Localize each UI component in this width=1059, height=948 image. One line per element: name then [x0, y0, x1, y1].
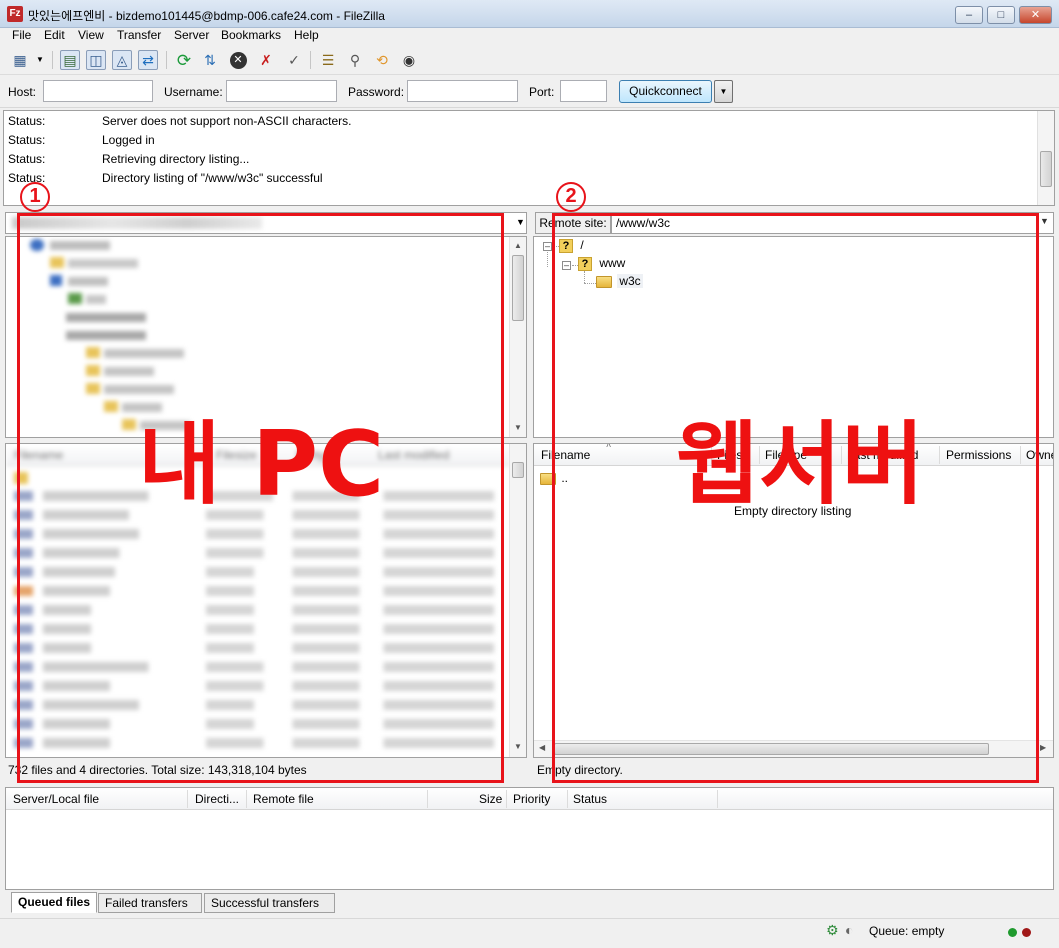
toolbar-separator	[310, 51, 311, 69]
message-log: Status: Server does not support non-ASCI…	[3, 110, 1055, 206]
local-tree-scrollbar[interactable]: ▲ ▼	[509, 237, 526, 437]
log-scrollbar[interactable]	[1037, 111, 1054, 205]
column-separator	[427, 790, 428, 808]
minimize-button[interactable]: –	[955, 6, 983, 24]
reconnect-icon[interactable]: ✓	[284, 50, 304, 70]
log-message: Directory listing of "/www/w3c" successf…	[102, 171, 323, 185]
scroll-down-icon[interactable]: ▼	[514, 742, 522, 751]
queue-col-direction[interactable]: Directi...	[195, 792, 239, 806]
compare-icon[interactable]: ⚲	[345, 50, 365, 70]
site-manager-icon[interactable]: ▦	[10, 50, 30, 70]
bottom-status-bar: ⚙ ◐ Queue: empty	[0, 918, 1059, 944]
scroll-up-icon[interactable]: ▲	[514, 241, 522, 250]
layout-local-tree-icon[interactable]: ◫	[86, 50, 106, 70]
quickconnect-bar: Host: Username: Password: Port: Quickcon…	[0, 76, 1059, 108]
speed-limit-icon[interactable]: ⚙	[826, 922, 839, 939]
log-type: Status:	[8, 152, 46, 166]
menu-edit[interactable]: Edit	[44, 28, 65, 42]
close-button[interactable]: ✕	[1019, 6, 1052, 24]
site-manager-dropdown-icon[interactable]: ▼	[34, 50, 46, 70]
annotation-label-local: 내 PC	[138, 412, 385, 517]
tab-queued-files[interactable]: Queued files	[11, 892, 98, 913]
queue-col-server-local-file[interactable]: Server/Local file	[13, 792, 99, 806]
queue-tabs: Queued files Failed transfers Successful…	[0, 890, 1059, 914]
collapse-icon[interactable]: –	[543, 242, 552, 251]
log-type: Status:	[8, 171, 46, 185]
column-separator	[567, 790, 568, 808]
queue-col-status[interactable]: Status	[573, 792, 607, 806]
column-separator	[717, 790, 718, 808]
toolbar-separator	[166, 51, 167, 69]
log-message: Logged in	[102, 133, 155, 147]
disconnect-icon[interactable]: ✗	[256, 50, 276, 70]
queue-header: Server/Local file Directi... Remote file…	[6, 788, 1053, 810]
password-label: Password:	[348, 85, 405, 99]
log-message: Retrieving directory listing...	[102, 152, 250, 166]
tree-line	[547, 252, 548, 267]
annotation-label-remote: 웹서버	[676, 412, 925, 517]
queue-toggle-icon[interactable]: ⇄	[138, 50, 158, 70]
local-tree-scrollbar-thumb[interactable]	[512, 255, 524, 321]
log-scrollbar-thumb[interactable]	[1040, 151, 1052, 187]
annotation-marker-2: 2	[556, 182, 586, 212]
layout-remote-tree-icon[interactable]: ◬	[112, 50, 132, 70]
menu-server[interactable]: Server	[174, 28, 209, 42]
password-input[interactable]	[407, 80, 518, 102]
column-separator	[187, 790, 188, 808]
scroll-right-icon[interactable]: ▶	[1040, 743, 1046, 752]
window-title: 맛있는에프엔비 - bizdemo101445@bdmp-006.cafe24.…	[28, 9, 385, 23]
menu-transfer[interactable]: Transfer	[117, 28, 161, 42]
activity-upload-icon	[1008, 928, 1017, 937]
scroll-left-icon[interactable]: ◀	[539, 743, 545, 752]
log-message: Server does not support non-ASCII charac…	[102, 114, 352, 128]
queue-col-remote-file[interactable]: Remote file	[253, 792, 314, 806]
activity-download-icon	[1022, 928, 1031, 937]
host-label: Host:	[8, 85, 37, 99]
remote-site-dropdown-icon[interactable]: ▼	[1040, 216, 1049, 226]
queue-col-priority[interactable]: Priority	[513, 792, 550, 806]
tab-successful-transfers[interactable]: Successful transfers	[204, 893, 335, 913]
menu-help[interactable]: Help	[294, 28, 319, 42]
log-type: Status:	[8, 114, 46, 128]
title-bar: Fz 맛있는에프엔비 - bizdemo101445@bdmp-006.cafe…	[0, 0, 1059, 28]
refresh-icon[interactable]: ⟳	[174, 50, 194, 70]
scroll-down-icon[interactable]: ▼	[514, 423, 522, 432]
tab-failed-transfers[interactable]: Failed transfers	[98, 893, 202, 913]
quickconnect-dropdown-button[interactable]: ▼	[714, 80, 733, 103]
log-type: Status:	[8, 133, 46, 147]
layout-log-icon[interactable]: ▤	[60, 50, 80, 70]
username-label: Username:	[164, 85, 223, 99]
filter-icon[interactable]: ☰	[318, 50, 338, 70]
menu-file[interactable]: File	[12, 28, 31, 42]
menu-bookmarks[interactable]: Bookmarks	[221, 28, 281, 42]
port-input[interactable]	[560, 80, 607, 102]
quickconnect-button[interactable]: Quickconnect	[619, 80, 712, 103]
toolbar-separator	[52, 51, 53, 69]
column-separator	[506, 790, 507, 808]
queue-col-size[interactable]: Size	[479, 792, 502, 806]
process-queue-icon[interactable]: ⇅	[200, 50, 220, 70]
cancel-icon[interactable]: ✕	[228, 50, 248, 70]
menu-bar: File Edit View Transfer Server Bookmarks…	[0, 28, 1059, 44]
host-input[interactable]	[43, 80, 153, 102]
local-site-dropdown-icon[interactable]: ▼	[516, 217, 525, 227]
column-separator	[246, 790, 247, 808]
search-icon[interactable]: ◉	[399, 50, 419, 70]
speed-gauge-icon[interactable]: ◐	[845, 922, 853, 938]
menu-view[interactable]: View	[78, 28, 104, 42]
port-label: Port:	[529, 85, 555, 99]
username-input[interactable]	[226, 80, 337, 102]
toolbar: ▦ ▼ ▤ ◫ ◬ ⇄ ⟳ ⇅ ✕ ✗ ✓ ☰ ⚲ ⟲ ◉	[0, 45, 1059, 75]
sync-browse-icon[interactable]: ⟲	[372, 50, 392, 70]
local-file-list-scrollbar-thumb[interactable]	[512, 462, 524, 478]
filezilla-app-icon: Fz	[7, 6, 23, 22]
queue-status-text: Queue: empty	[869, 924, 945, 938]
maximize-button[interactable]: □	[987, 6, 1015, 24]
local-file-list-scrollbar[interactable]: ▼	[509, 444, 526, 757]
annotation-marker-1: 1	[20, 182, 50, 212]
transfer-queue[interactable]: Server/Local file Directi... Remote file…	[5, 787, 1054, 890]
